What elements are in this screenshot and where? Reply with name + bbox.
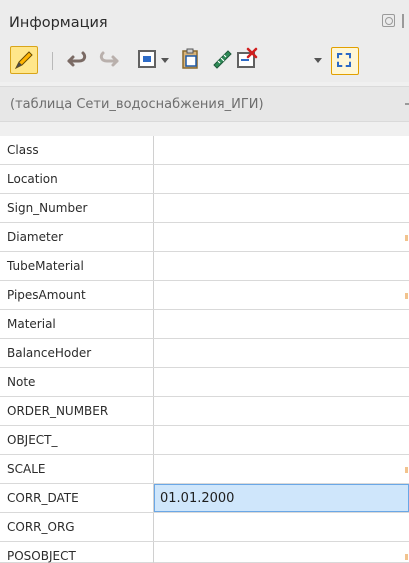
attribute-name: Class — [0, 136, 154, 164]
panel-options-icon[interactable] — [382, 14, 395, 27]
table-filter-bar[interactable]: (таблица Сети_водоснабжения_ИГИ) — [0, 86, 409, 122]
panel-title: Информация — [9, 15, 108, 31]
window-layout-dropdown-icon[interactable] — [161, 58, 169, 63]
attribute-name: Sign_Number — [0, 194, 154, 222]
value-edge-marker — [405, 554, 408, 560]
attribute-name: BalanceHoder — [0, 339, 154, 367]
attribute-name: TubeMaterial — [0, 252, 154, 280]
toolbar-separator — [52, 52, 53, 70]
select-area-icon[interactable] — [331, 47, 359, 75]
attribute-name: OBJECT_ — [0, 426, 154, 454]
table-row[interactable]: Note — [0, 368, 409, 397]
attribute-value[interactable] — [154, 223, 409, 251]
table-row[interactable]: Location — [0, 165, 409, 194]
toolbar — [0, 38, 409, 82]
attribute-value[interactable] — [154, 252, 409, 280]
table-row[interactable]: TubeMaterial — [0, 252, 409, 281]
table-row[interactable]: Material — [0, 310, 409, 339]
attribute-value[interactable] — [154, 368, 409, 396]
table-row[interactable]: Diameter — [0, 223, 409, 252]
panel-header: Информация — [0, 0, 409, 38]
delete-attribute-dropdown-icon[interactable] — [314, 58, 322, 63]
delete-attribute-icon[interactable] — [234, 46, 260, 72]
attribute-name: CORR_DATE — [0, 484, 154, 512]
table-row[interactable]: PipesAmount — [0, 281, 409, 310]
table-row-selected[interactable]: CORR_DATE 01.01.2000 — [0, 484, 409, 513]
attribute-name: Location — [0, 165, 154, 193]
attribute-name: POSOBJECT — [0, 542, 154, 563]
table-row[interactable]: POSOBJECT — [0, 542, 409, 563]
panel-close-icon[interactable] — [402, 14, 404, 28]
table-row[interactable]: BalanceHoder — [0, 339, 409, 368]
attribute-value-input[interactable]: 01.01.2000 — [154, 484, 409, 512]
table-row[interactable]: CORR_ORG — [0, 513, 409, 542]
attribute-value[interactable] — [154, 426, 409, 454]
value-edge-marker — [405, 467, 408, 473]
attribute-name: Material — [0, 310, 154, 338]
value-edge-marker — [405, 235, 408, 241]
table-row[interactable]: ORDER_NUMBER — [0, 397, 409, 426]
attribute-name: Diameter — [0, 223, 154, 251]
attribute-value[interactable] — [154, 455, 409, 483]
attribute-name: ORDER_NUMBER — [0, 397, 154, 425]
attribute-value[interactable] — [154, 194, 409, 222]
ruler-icon[interactable] — [209, 46, 235, 72]
attribute-name: Note — [0, 368, 154, 396]
attribute-value[interactable] — [154, 165, 409, 193]
attribute-name: SCALE — [0, 455, 154, 483]
undo-icon[interactable] — [65, 46, 91, 72]
attribute-value[interactable] — [154, 310, 409, 338]
attribute-table: Class Location Sign_Number Diameter Tube… — [0, 136, 409, 563]
table-row[interactable]: OBJECT_ — [0, 426, 409, 455]
table-row[interactable]: Sign_Number — [0, 194, 409, 223]
attribute-value[interactable] — [154, 542, 409, 563]
edit-pencil-icon[interactable] — [10, 46, 38, 74]
table-filter-text: (таблица Сети_водоснабжения_ИГИ) — [10, 97, 264, 112]
attribute-value[interactable] — [154, 339, 409, 367]
attribute-name: PipesAmount — [0, 281, 154, 309]
attribute-value[interactable] — [154, 136, 409, 164]
clipboard-icon[interactable] — [178, 46, 204, 72]
filter-dropdown-icon[interactable] — [405, 103, 409, 105]
value-edge-marker — [405, 293, 408, 299]
attribute-value[interactable] — [154, 281, 409, 309]
redo-icon[interactable] — [95, 46, 121, 72]
attribute-name: CORR_ORG — [0, 513, 154, 541]
attribute-value[interactable] — [154, 513, 409, 541]
attribute-value[interactable] — [154, 397, 409, 425]
table-row[interactable]: SCALE — [0, 455, 409, 484]
window-layout-icon[interactable] — [135, 46, 161, 72]
table-row[interactable]: Class — [0, 136, 409, 165]
